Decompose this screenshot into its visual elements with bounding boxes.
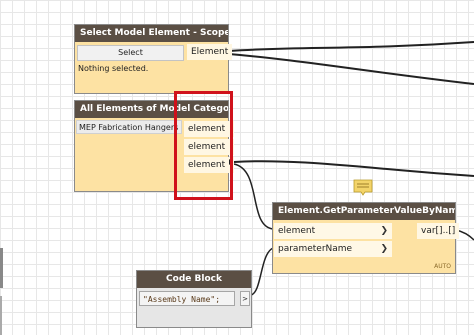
code-output-port[interactable]: >	[240, 291, 250, 306]
element-output-port[interactable]: Element	[187, 44, 233, 60]
node-title: Code Block	[137, 271, 251, 288]
element-input-port[interactable]: element ❯	[274, 223, 392, 239]
wire-scope-box-out-1[interactable]	[228, 41, 474, 52]
node-title: Element.GetParameterValueByName	[273, 203, 455, 220]
wire-category-out-3[interactable]	[233, 160, 474, 177]
result-output-port[interactable]: var[]..[]	[417, 223, 460, 239]
port-label: Element	[191, 47, 229, 57]
selection-status: Nothing selected.	[78, 64, 149, 73]
node-body: Select Element Nothing selected.	[75, 42, 233, 93]
parametername-input-port[interactable]: parameterName ❯	[274, 241, 392, 257]
category-dropdown[interactable]: MEP Fabrication Hangers	[76, 120, 182, 134]
node-title: Select Model Element - Scope Box	[75, 25, 228, 42]
node-body: element ❯ parameterName ❯ var[]..[] AUTO	[273, 220, 460, 273]
select-scope-box-node[interactable]: Select Model Element - Scope Box Select …	[74, 24, 233, 94]
offscreen-node-edge-2	[0, 296, 2, 335]
get-parameter-value-by-name-node[interactable]: Element.GetParameterValueByName element …	[272, 202, 460, 274]
wire-category-to-element-input[interactable]	[233, 163, 274, 230]
chevron-right-icon: ❯	[380, 244, 388, 254]
offscreen-node-edge	[0, 248, 3, 288]
code-block-node[interactable]: Code Block "Assembly Name"; >	[136, 270, 252, 328]
wire-code-block-to-parametername[interactable]	[250, 247, 274, 296]
wire-scope-box-out-2[interactable]	[228, 53, 474, 85]
port-label: element	[278, 226, 316, 236]
select-button[interactable]: Select	[77, 45, 184, 61]
note-icon[interactable]	[353, 179, 373, 196]
lacing-badge[interactable]: AUTO	[434, 263, 451, 270]
port-label: parameterName	[278, 244, 353, 254]
node-body: "Assembly Name"; >	[137, 288, 251, 327]
highlight-box	[174, 91, 233, 200]
code-editor[interactable]: "Assembly Name";	[139, 291, 235, 306]
chevron-right-icon: ❯	[380, 226, 388, 236]
port-label: var[]..[]	[421, 226, 456, 236]
